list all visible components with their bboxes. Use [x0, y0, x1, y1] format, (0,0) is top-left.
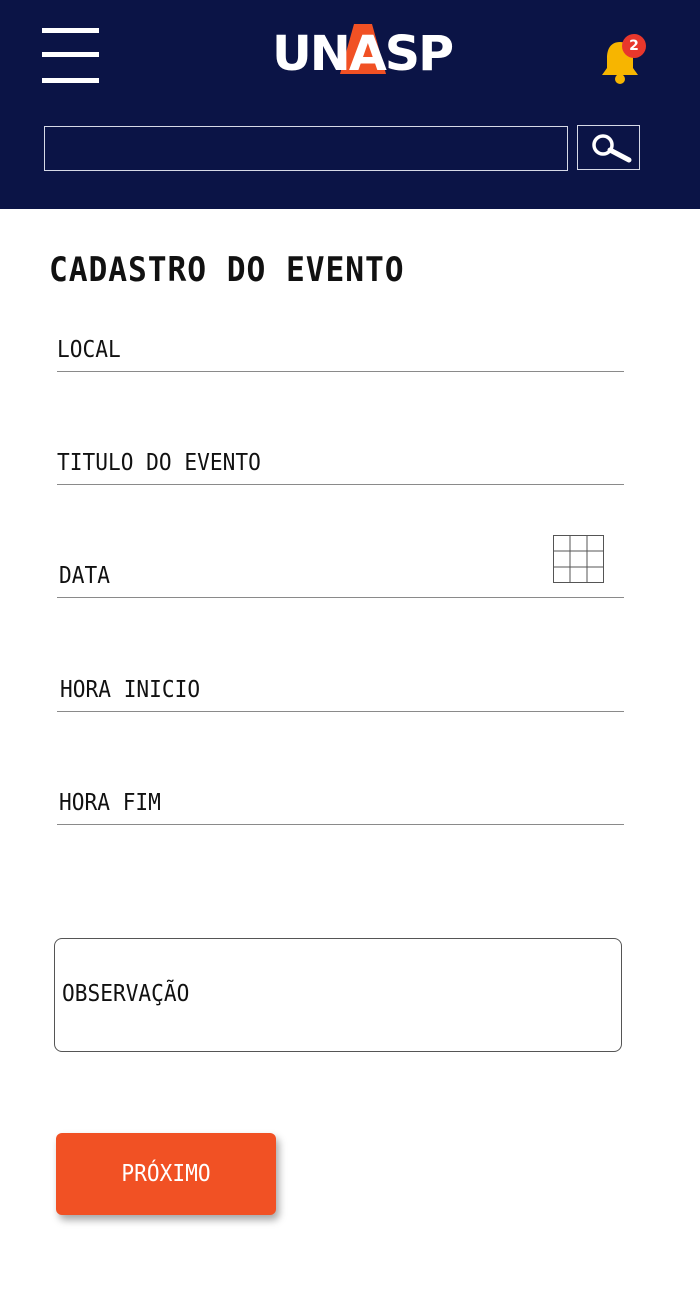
start-time-field[interactable]: HORA INICIO: [57, 664, 624, 712]
next-button[interactable]: PRÓXIMO: [56, 1133, 276, 1215]
magnifier-icon: [592, 134, 632, 163]
hamburger-menu-icon[interactable]: [42, 28, 100, 86]
date-field[interactable]: DATA: [57, 550, 624, 598]
observation-textarea[interactable]: OBSERVAÇÃO: [54, 938, 622, 1052]
svg-text:UNASP: UNASP: [272, 26, 453, 80]
end-time-field[interactable]: HORA FIM: [57, 777, 624, 825]
notification-count-badge: 2: [622, 34, 646, 58]
notifications-bell-icon[interactable]: 2: [600, 34, 646, 84]
local-field[interactable]: LOCAL: [57, 324, 624, 372]
next-button-label: PRÓXIMO: [121, 1161, 211, 1187]
date-label: DATA: [59, 563, 110, 589]
search-input[interactable]: [44, 126, 568, 171]
local-label: LOCAL: [57, 337, 121, 363]
start-time-label: HORA INICIO: [60, 677, 201, 703]
page-title: CADASTRO DO EVENTO: [49, 250, 405, 290]
search-button[interactable]: [577, 125, 640, 170]
calendar-grid-icon[interactable]: [553, 535, 604, 583]
end-time-label: HORA FIM: [59, 790, 161, 816]
unasp-logo[interactable]: UNASP: [272, 20, 454, 80]
observation-label: OBSERVAÇÃO: [62, 981, 190, 1007]
event-title-field[interactable]: TITULO DO EVENTO: [57, 437, 624, 485]
event-title-label: TITULO DO EVENTO: [57, 450, 261, 476]
app-header: UNASP 2: [0, 0, 700, 209]
